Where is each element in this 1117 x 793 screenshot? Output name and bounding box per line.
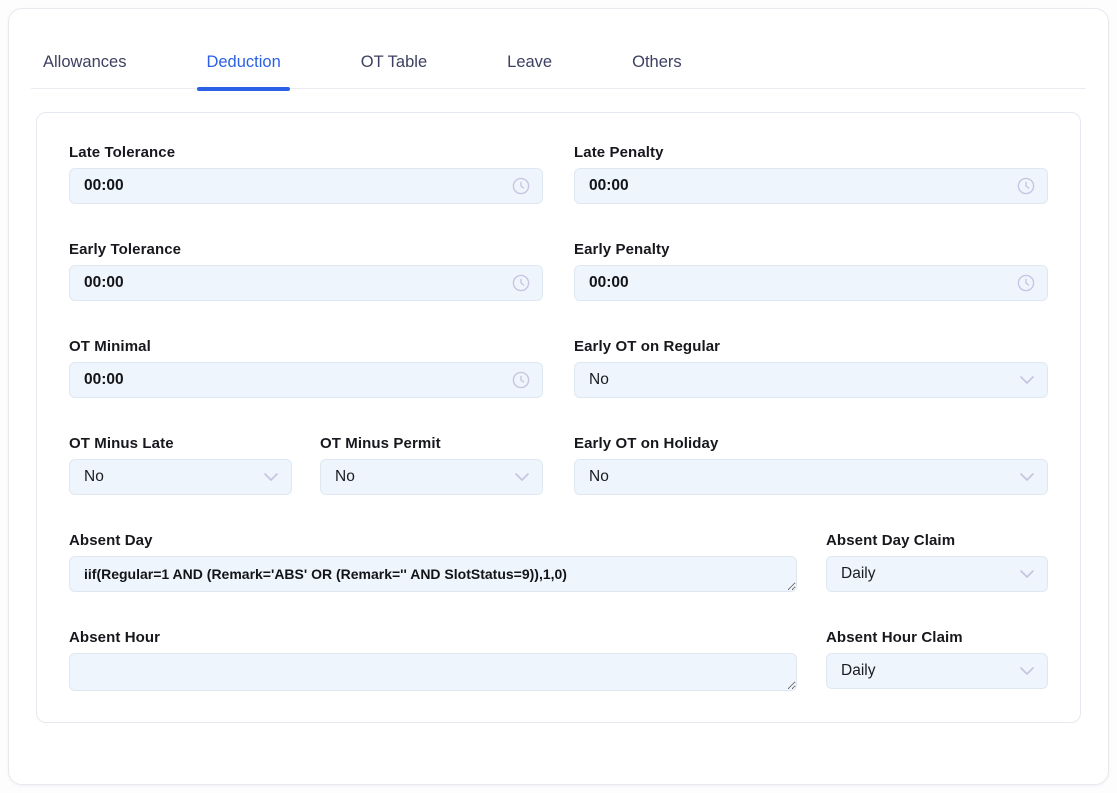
absent-day-textarea[interactable]: iif(Regular=1 AND (Remark='ABS' OR (Rema… xyxy=(69,556,797,592)
absent-day-field: Absent Day iif(Regular=1 AND (Remark='AB… xyxy=(69,532,797,592)
early-ot-on-holiday-select[interactable]: No xyxy=(574,459,1048,495)
early-tolerance-input-wrap xyxy=(69,265,543,301)
early-tolerance-input[interactable] xyxy=(70,266,542,300)
ot-minimal-input[interactable] xyxy=(70,363,542,397)
late-tolerance-label: Late Tolerance xyxy=(69,144,543,162)
form-row: Early Tolerance Early Penalty xyxy=(69,241,1048,301)
absent-hour-claim-value: Daily xyxy=(827,662,915,680)
ot-minimal-field: OT Minimal xyxy=(69,338,543,398)
early-ot-on-regular-field: Early OT on Regular No xyxy=(574,338,1048,398)
late-penalty-input-wrap xyxy=(574,168,1048,204)
absent-day-label: Absent Day xyxy=(69,532,797,550)
chevron-down-icon xyxy=(1019,569,1035,579)
tab-deduction[interactable]: Deduction xyxy=(206,53,280,88)
ot-minimal-input-wrap xyxy=(69,362,543,398)
early-tolerance-label: Early Tolerance xyxy=(69,241,543,259)
early-penalty-label: Early Penalty xyxy=(574,241,1048,259)
deduction-form-panel: Late Tolerance Late Penalty xyxy=(36,112,1081,723)
early-ot-on-holiday-field: Early OT on Holiday No xyxy=(574,435,1048,495)
late-penalty-field: Late Penalty xyxy=(574,144,1048,204)
ot-minus-permit-field: OT Minus Permit No xyxy=(320,435,543,495)
absent-hour-claim-select[interactable]: Daily xyxy=(826,653,1048,689)
ot-minus-late-select[interactable]: No xyxy=(69,459,292,495)
early-penalty-input-wrap xyxy=(574,265,1048,301)
chevron-down-icon xyxy=(1019,472,1035,482)
absent-day-claim-select[interactable]: Daily xyxy=(826,556,1048,592)
late-penalty-label: Late Penalty xyxy=(574,144,1048,162)
tab-others[interactable]: Others xyxy=(632,53,682,88)
early-ot-on-regular-label: Early OT on Regular xyxy=(574,338,1048,356)
early-tolerance-field: Early Tolerance xyxy=(69,241,543,301)
form-row: Absent Day iif(Regular=1 AND (Remark='AB… xyxy=(69,532,1048,592)
ot-minus-late-value: No xyxy=(70,468,144,486)
chevron-down-icon xyxy=(514,472,530,482)
chevron-down-icon xyxy=(1019,375,1035,385)
absent-hour-textarea[interactable] xyxy=(69,653,797,691)
absent-day-claim-field: Absent Day Claim Daily xyxy=(826,532,1048,592)
ot-minus-permit-label: OT Minus Permit xyxy=(320,435,543,453)
absent-day-claim-value: Daily xyxy=(827,565,915,583)
tab-leave[interactable]: Leave xyxy=(507,53,552,88)
early-ot-on-holiday-value: No xyxy=(575,468,649,486)
early-penalty-input[interactable] xyxy=(575,266,1047,300)
late-tolerance-input-wrap xyxy=(69,168,543,204)
late-tolerance-input[interactable] xyxy=(70,169,542,203)
ot-minus-permit-select[interactable]: No xyxy=(320,459,543,495)
ot-minus-late-label: OT Minus Late xyxy=(69,435,292,453)
form-row: OT Minimal Early OT on Regular No xyxy=(69,338,1048,398)
late-penalty-input[interactable] xyxy=(575,169,1047,203)
tab-bar: Allowances Deduction OT Table Leave Othe… xyxy=(31,53,1086,89)
late-tolerance-field: Late Tolerance xyxy=(69,144,543,204)
tab-ot-table[interactable]: OT Table xyxy=(361,53,427,88)
early-ot-on-holiday-label: Early OT on Holiday xyxy=(574,435,1048,453)
absent-hour-claim-label: Absent Hour Claim xyxy=(826,629,1048,647)
form-row: OT Minus Late No OT Minus Permit No xyxy=(69,435,1048,495)
absent-day-claim-label: Absent Day Claim xyxy=(826,532,1048,550)
absent-hour-field: Absent Hour xyxy=(69,629,797,691)
absent-hour-claim-field: Absent Hour Claim Daily xyxy=(826,629,1048,691)
absent-hour-label: Absent Hour xyxy=(69,629,797,647)
chevron-down-icon xyxy=(1019,666,1035,676)
tab-allowances[interactable]: Allowances xyxy=(43,53,126,88)
early-ot-on-regular-select[interactable]: No xyxy=(574,362,1048,398)
ot-minus-late-field: OT Minus Late No xyxy=(69,435,292,495)
chevron-down-icon xyxy=(263,472,279,482)
early-ot-on-regular-value: No xyxy=(575,371,649,389)
ot-minimal-label: OT Minimal xyxy=(69,338,543,356)
early-penalty-field: Early Penalty xyxy=(574,241,1048,301)
form-row: Absent Hour Absent Hour Claim Daily xyxy=(69,629,1048,691)
settings-card: Allowances Deduction OT Table Leave Othe… xyxy=(8,8,1109,785)
form-row: Late Tolerance Late Penalty xyxy=(69,144,1048,204)
ot-minus-permit-value: No xyxy=(321,468,395,486)
